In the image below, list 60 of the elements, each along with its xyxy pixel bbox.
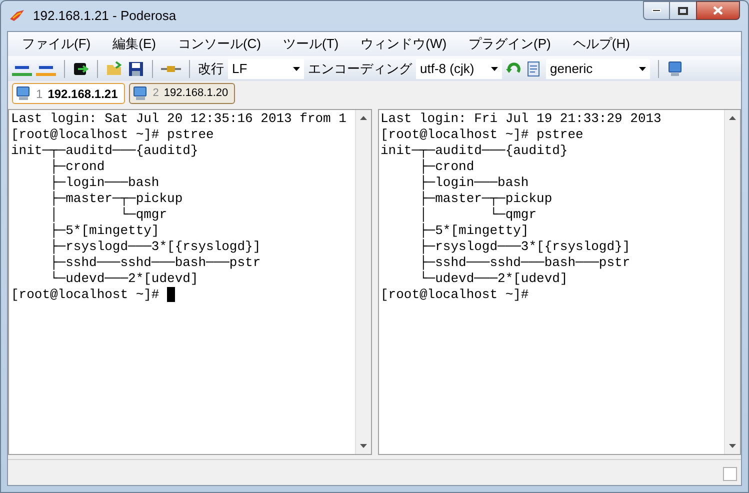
terminal-line: [root@localhost ~]# — [11, 287, 160, 303]
encoding-label: エンコーディング — [308, 60, 412, 78]
app-icon — [9, 9, 25, 23]
down-arrow-icon — [729, 444, 736, 448]
menu-item[interactable]: プラグイン(P) — [468, 34, 551, 54]
cable-icon[interactable] — [161, 64, 181, 74]
terminal-line: [root@localhost ~]# pstree — [380, 127, 584, 143]
terminal-line: [root@localhost ~]# pstree — [11, 127, 214, 143]
terminal-line: ├─login───bash — [49, 175, 160, 191]
terminal-type-dropdown[interactable]: generic — [546, 58, 650, 78]
menu-item[interactable]: ツール(T) — [283, 34, 339, 54]
terminal-line: [root@localhost ~]# — [380, 287, 530, 303]
newline-dropdown[interactable]: LF — [228, 58, 304, 78]
save-icon[interactable] — [128, 60, 144, 76]
terminal-line: │ └─qmgr — [49, 207, 168, 223]
terminal-line: ├─5*[mingetty] — [49, 223, 160, 239]
minimize-button[interactable] — [643, 1, 670, 20]
terminal-line: ├─rsyslogd───3*[{rsyslogd}] — [418, 239, 630, 255]
menu-item[interactable]: ヘルプ(H) — [572, 34, 630, 54]
plug-icon[interactable] — [73, 60, 89, 76]
caret-icon — [639, 66, 646, 70]
terminal-line: └─udevd───2*[udevd] — [418, 271, 568, 287]
up-arrow-icon — [729, 116, 736, 120]
terminal-line: Last login: Sat Jul 20 12:35:16 2013 from 1 — [11, 111, 346, 127]
terminal-line: │ └─qmgr — [418, 207, 537, 223]
scrollbar[interactable] — [354, 110, 370, 454]
menu-item[interactable]: ウィンドウ(W) — [360, 34, 447, 54]
terminal-line: ├─master─┬─pickup — [418, 191, 552, 207]
terminal-line: ├─5*[mingetty] — [418, 223, 529, 239]
terminal-line: ├─rsyslogd───3*[{rsyslogd}] — [49, 239, 261, 255]
monitor-icon — [16, 86, 31, 101]
close-icon — [713, 6, 723, 15]
session-tab[interactable]: 1 192.168.1.21 — [12, 83, 125, 104]
session-tab[interactable]: 2 192.168.1.20 — [128, 83, 236, 104]
menu-item[interactable]: コンソール(C) — [178, 34, 261, 54]
down-arrow-icon — [360, 444, 366, 448]
window-title: 192.168.1.21 - Poderosa — [33, 7, 176, 26]
terminal-line: ├─crond — [418, 159, 474, 175]
terminal-line: init─┬─auditd───{auditd} — [380, 143, 568, 159]
caret-icon — [293, 66, 300, 70]
menu-item[interactable]: 編集(E) — [112, 34, 156, 54]
terminal-line: ├─master─┬─pickup — [49, 191, 183, 207]
terminal-line: └─udevd───2*[udevd] — [49, 271, 198, 287]
terminal-line: Last login: Fri Jul 19 21:33:29 2013 — [380, 111, 662, 127]
maximize-button[interactable] — [670, 1, 696, 20]
terminal-line: ├─crond — [49, 159, 105, 175]
caret-icon — [491, 66, 498, 70]
terminal-line: ├─sshd───sshd───bash───pstr — [418, 255, 630, 271]
newline-label: 改行 — [198, 60, 224, 78]
up-arrow-icon — [360, 116, 366, 120]
menu-item[interactable]: ファイル(F) — [22, 34, 91, 54]
encoding-dropdown[interactable]: utf-8 (cjk) — [416, 58, 502, 78]
close-button[interactable] — [696, 1, 740, 20]
document-icon[interactable] — [526, 60, 542, 76]
terminal-line: ├─login───bash — [418, 175, 529, 191]
monitor-icon — [132, 86, 148, 101]
terminal-line: init─┬─auditd───{auditd} — [11, 143, 198, 159]
scrollbar[interactable] — [724, 110, 740, 454]
monitor-icon[interactable] — [667, 60, 683, 76]
terminal-line: ├─sshd───sshd───bash───pstr — [49, 255, 261, 271]
